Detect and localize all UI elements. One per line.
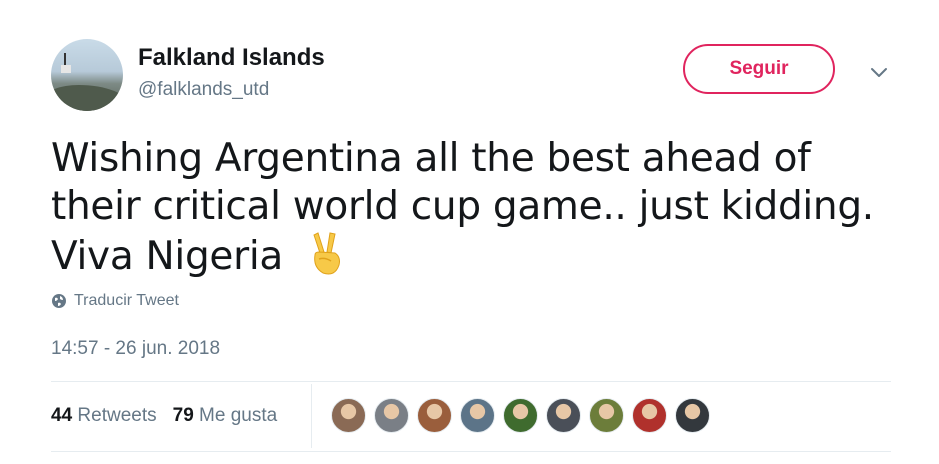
author-name[interactable]: Falkland Islands (138, 44, 325, 72)
avatar-house (61, 65, 71, 73)
likes-stat[interactable]: 79 Me gusta (173, 405, 278, 427)
stats-divider-bottom (51, 451, 891, 452)
tweet-stats: 44 Retweets 79 Me gusta (51, 405, 277, 427)
author-avatar[interactable] (51, 39, 123, 111)
liker-avatar[interactable] (675, 398, 710, 433)
liker-avatar[interactable] (589, 398, 624, 433)
stats-divider-top (51, 381, 891, 382)
follow-button[interactable]: Seguir (683, 44, 835, 94)
liker-avatar[interactable] (374, 398, 409, 433)
stats-divider-vertical (311, 384, 312, 448)
chevron-down-icon[interactable] (868, 61, 890, 83)
retweets-count: 44 (51, 405, 73, 426)
liker-avatar[interactable] (546, 398, 581, 433)
tweet-text: Wishing Argentina all the best ahead of … (51, 135, 911, 281)
avatar-hill (51, 85, 123, 111)
translate-label: Traducir Tweet (74, 292, 179, 309)
retweets-label: Retweets (77, 405, 157, 426)
globe-icon (52, 294, 66, 308)
likers-avatars (331, 398, 710, 433)
likes-label: Me gusta (199, 405, 278, 426)
tweet-timestamp[interactable]: 14:57 - 26 jun. 2018 (51, 338, 220, 360)
liker-avatar[interactable] (417, 398, 452, 433)
tweet-body: Wishing Argentina all the best ahead of … (51, 136, 874, 279)
likes-count: 79 (172, 405, 194, 426)
liker-avatar[interactable] (331, 398, 366, 433)
liker-avatar[interactable] (503, 398, 538, 433)
translate-link[interactable]: Traducir Tweet (51, 292, 179, 310)
author-handle[interactable]: @falklands_utd (138, 79, 269, 101)
liker-avatar[interactable] (632, 398, 667, 433)
retweets-stat[interactable]: 44 Retweets (51, 405, 157, 427)
victory-hand-icon (313, 232, 341, 275)
liker-avatar[interactable] (460, 398, 495, 433)
